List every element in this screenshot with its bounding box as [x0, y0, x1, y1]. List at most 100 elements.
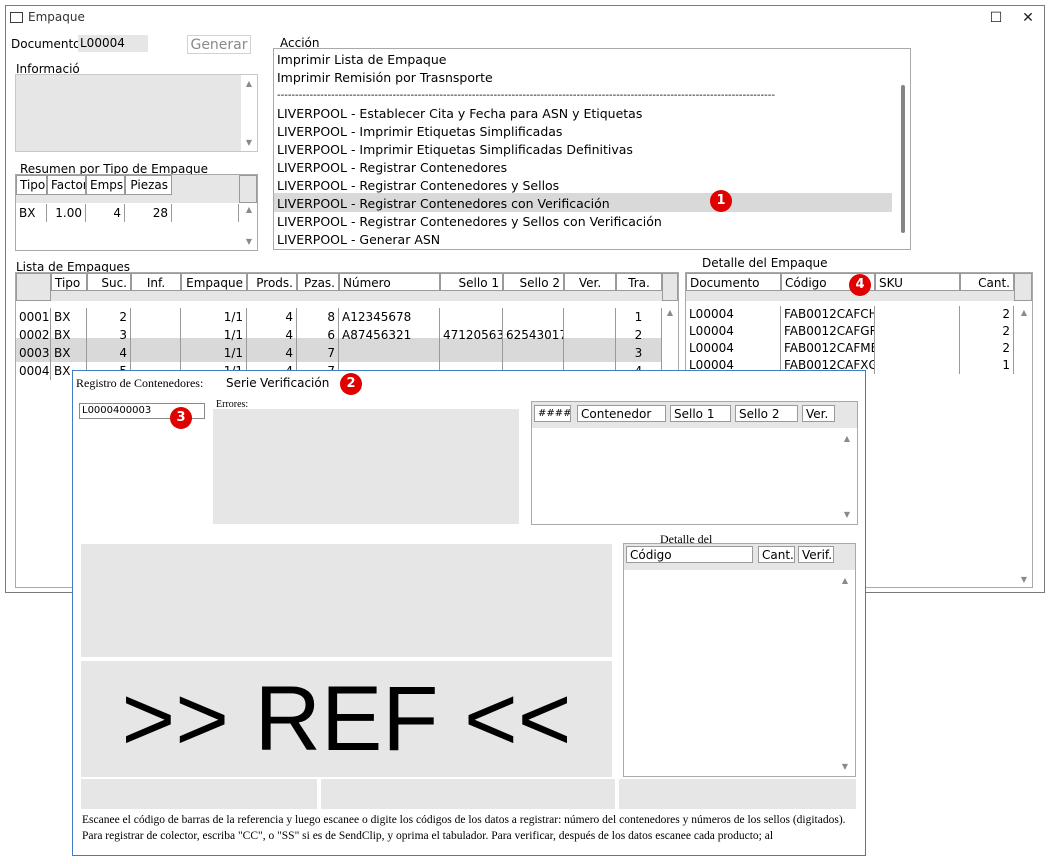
lista-row-id[interactable]: 0003	[16, 344, 51, 362]
lista-cell[interactable]: 4	[247, 326, 297, 344]
lista-cell[interactable]: BX	[51, 344, 87, 362]
detalle-del-grid[interactable]: Código Cant. Verif. ▲ ▼	[623, 543, 856, 777]
lista-row-id[interactable]: 0001	[16, 308, 51, 326]
lista-cell[interactable]	[131, 326, 181, 344]
lista-col-empaque[interactable]: Empaque	[181, 273, 247, 291]
lista-cell[interactable]	[131, 344, 181, 362]
resumen-grid[interactable]: Tipo Factor Emps Piezas BX 1.00 4 28 ▲ ▼	[15, 174, 258, 251]
scroll-up-icon[interactable]: ▲	[1016, 308, 1032, 317]
lista-cell[interactable]: 3	[616, 344, 662, 362]
lista-cell[interactable]: 1/1	[181, 326, 247, 344]
detalle-cell[interactable]	[875, 306, 960, 323]
lista-col-inf[interactable]: Inf.	[131, 273, 181, 291]
scroll-down-icon[interactable]: ▼	[837, 762, 853, 771]
detalle-cell[interactable]: L00004	[686, 306, 781, 323]
detalle-del-col-codigo[interactable]: Código	[626, 546, 753, 563]
detalle-col-documento[interactable]: Documento	[686, 273, 781, 291]
scroll-up-icon[interactable]: ▲	[839, 434, 855, 443]
contenedores-col-num[interactable]: ####	[534, 405, 571, 422]
lista-col-numero[interactable]: Número	[339, 273, 440, 291]
lista-cell[interactable]: BX	[51, 308, 87, 326]
accion-item[interactable]: LIVERPOOL - Registrar Contenedores y Sel…	[276, 177, 891, 195]
detalle-del-col-cant[interactable]: Cant.	[758, 546, 795, 563]
detalle-del-col-verif[interactable]: Verif.	[798, 546, 834, 563]
accion-item[interactable]: LIVERPOOL - Registrar Contenedores y Sel…	[276, 213, 891, 231]
lista-col-prods[interactable]: Prods.	[247, 273, 297, 291]
scroll-up-icon[interactable]: ▲	[837, 576, 853, 585]
detalle-cell[interactable]: L00004	[686, 340, 781, 357]
accion-item[interactable]: Imprimir Remisión por Trasnsporte	[276, 69, 891, 87]
lista-cell[interactable]	[564, 344, 616, 362]
documento-field[interactable]: L00004	[78, 35, 148, 52]
maximize-button[interactable]: ☐	[982, 8, 1010, 28]
accion-item[interactable]: Imprimir Lista de Empaque	[276, 51, 891, 69]
lista-cell[interactable]	[564, 326, 616, 344]
lista-cell[interactable]: 1	[616, 308, 662, 326]
lista-cell[interactable]: BX	[51, 326, 87, 344]
lista-cell[interactable]: 2	[616, 326, 662, 344]
lista-row-id[interactable]: 0002	[16, 326, 51, 344]
lista-cell[interactable]	[503, 344, 564, 362]
lista-cell[interactable]: 6	[297, 326, 339, 344]
lista-cell[interactable]: A12345678	[339, 308, 440, 326]
detalle-cell[interactable]: FAB0012CAFCHI	[781, 306, 875, 323]
accion-item[interactable]: LIVERPOOL - Establecer Cita y Fecha para…	[276, 105, 891, 123]
serie-tab[interactable]: Serie	[226, 376, 257, 390]
lista-row-id[interactable]: 0004	[16, 362, 51, 380]
lista-col-sello1[interactable]: Sello 1	[440, 273, 503, 291]
resumen-cell-empty[interactable]	[172, 204, 239, 222]
detalle-cell[interactable]: L00004	[686, 323, 781, 340]
verificacion-tab[interactable]: Verificación	[260, 376, 329, 390]
lista-cell[interactable]: 1/1	[181, 344, 247, 362]
detalle-cell[interactable]	[875, 323, 960, 340]
accion-item[interactable]: LIVERPOOL - Registrar Contenedores	[276, 159, 891, 177]
lista-col-tra[interactable]: Tra.	[616, 273, 662, 291]
resumen-col-emps[interactable]: Emps	[86, 175, 125, 195]
lista-cell[interactable]: 7	[297, 344, 339, 362]
resumen-cell[interactable]: 28	[125, 204, 172, 222]
resumen-cell[interactable]: BX	[16, 204, 47, 222]
lista-col-sello2[interactable]: Sello 2	[503, 273, 564, 291]
resumen-col-piezas[interactable]: Piezas	[125, 175, 172, 195]
accion-item[interactable]: LIVERPOOL - Imprimir Etiquetas Simplific…	[276, 141, 891, 159]
resumen-col-tipo[interactable]: Tipo	[16, 175, 47, 195]
lista-cell[interactable]	[564, 308, 616, 326]
detalle-cell[interactable]: 2	[960, 323, 1014, 340]
lista-cell[interactable]: A87456321	[339, 326, 440, 344]
lista-cell[interactable]: 2	[87, 308, 131, 326]
detalle-cell[interactable]: 1	[960, 357, 1014, 374]
lista-cell[interactable]: 47120563	[440, 326, 503, 344]
lista-col-ver[interactable]: Ver.	[564, 273, 616, 291]
generar-button[interactable]: Generar	[187, 35, 251, 54]
detalle-col-cant[interactable]: Cant.	[960, 273, 1014, 291]
scroll-down-icon[interactable]: ▼	[839, 510, 855, 519]
lista-col-pzas[interactable]: Pzas.	[297, 273, 339, 291]
resumen-col-factor[interactable]: Factor	[47, 175, 86, 195]
contenedores-col-sello1[interactable]: Sello 1	[670, 405, 731, 422]
accion-item-selected[interactable]: LIVERPOOL - Registrar Contenedores con V…	[276, 195, 891, 213]
lista-cell[interactable]	[440, 344, 503, 362]
detalle-cell[interactable]: FAB0012CAFMED	[781, 340, 875, 357]
contenedores-grid[interactable]: #### Contenedor Sello 1 Sello 2 Ver. ▲ ▼	[531, 401, 858, 525]
detalle-col-sku[interactable]: SKU	[875, 273, 960, 291]
informacion-scrollbar[interactable]: ▲ ▼	[241, 75, 257, 151]
contenedores-col-sello2[interactable]: Sello 2	[735, 405, 798, 422]
scroll-down-icon[interactable]: ▼	[241, 237, 257, 246]
lista-cell[interactable]	[131, 308, 181, 326]
lista-cell[interactable]: 8	[297, 308, 339, 326]
resumen-cell[interactable]: 4	[86, 204, 125, 222]
lista-cell[interactable]: 4	[247, 344, 297, 362]
accion-list[interactable]: Imprimir Lista de Empaque Imprimir Remis…	[273, 48, 911, 250]
detalle-cell[interactable]	[875, 340, 960, 357]
scroll-up-icon[interactable]: ▲	[241, 79, 257, 88]
accion-item[interactable]: LIVERPOOL - Imprimir Etiquetas Simplific…	[276, 123, 891, 141]
lista-col-suc[interactable]: Suc.	[87, 273, 131, 291]
lista-cell[interactable]	[503, 308, 564, 326]
scroll-up-icon[interactable]: ▲	[662, 308, 678, 317]
informacion-textarea[interactable]: ▲ ▼	[15, 74, 258, 152]
scroll-down-icon[interactable]: ▼	[241, 138, 257, 147]
contenedores-col-ver[interactable]: Ver.	[802, 405, 835, 422]
detalle-cell[interactable]: 2	[960, 306, 1014, 323]
scroll-down-icon[interactable]: ▼	[1016, 575, 1032, 584]
detalle-cell[interactable]: 2	[960, 340, 1014, 357]
